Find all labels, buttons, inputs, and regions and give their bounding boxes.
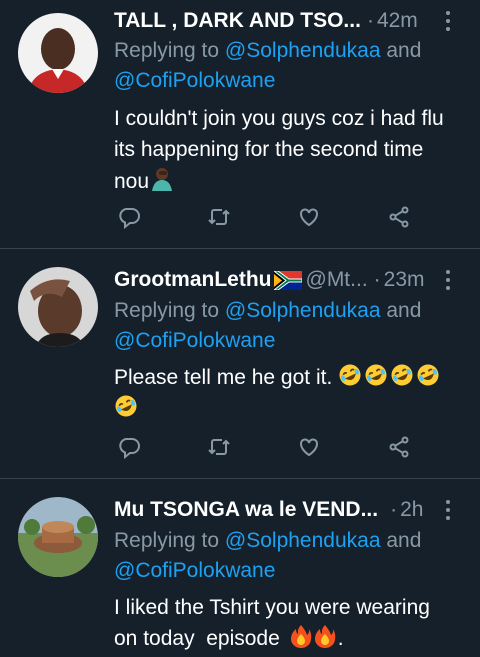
rolling-laughing-emoji-icon — [365, 364, 387, 386]
separator-dot: · — [390, 498, 398, 521]
south-africa-flag-icon — [273, 270, 302, 290]
tweet-text-part: nou — [114, 170, 150, 193]
separator-dot: · — [366, 9, 374, 32]
rolling-laughing-emoji-icon — [115, 395, 137, 417]
tweet-2[interactable]: GrootmanLethu @Mt... · 23m Replying to @… — [0, 249, 480, 478]
retweet-icon[interactable] — [204, 202, 234, 232]
replying-to-line2: @CofiPolokwane — [114, 559, 275, 583]
tweet-text: I couldn't join you guys coz i had flu i… — [114, 103, 464, 197]
display-name[interactable]: GrootmanLethu — [114, 268, 272, 292]
tweet-text-line: its happening for the second time — [114, 138, 424, 161]
and-word: and — [380, 529, 422, 552]
replying-to-line2: @CofiPolokwane — [114, 329, 275, 353]
mention-link[interactable]: @Solphendukaa — [225, 39, 381, 62]
retweet-icon[interactable] — [204, 432, 234, 462]
share-icon[interactable] — [384, 432, 414, 462]
reply-icon[interactable] — [114, 202, 144, 232]
replying-to: Replying to @Solphendukaa and — [114, 529, 421, 553]
timestamp: 2h — [400, 498, 424, 521]
tweet-header: Mu TSONGA wa le VEND... · 2h — [114, 494, 423, 526]
fire-emoji-icon — [290, 625, 312, 648]
facepalm-emoji-icon — [152, 168, 173, 191]
laughing-emojis — [338, 364, 442, 389]
rolling-laughing-emoji-icon — [339, 364, 361, 386]
more-options-icon[interactable] — [438, 496, 458, 524]
replying-to: Replying to @Solphendukaa and — [114, 39, 421, 63]
tweet-text-line: I couldn't join you guys coz i had flu — [114, 107, 444, 130]
tweet-3[interactable]: Mu TSONGA wa le VEND... · 2h Replying to… — [0, 479, 480, 657]
mention-link[interactable]: @Solphendukaa — [225, 529, 381, 552]
tweet-text-line: I liked the Tshirt you were wearing — [114, 596, 430, 619]
mention-link[interactable]: @CofiPolokwane — [114, 559, 275, 582]
tweet-actions — [114, 432, 424, 462]
mention-link[interactable]: @CofiPolokwane — [114, 69, 275, 92]
replying-to-label: Replying to — [114, 529, 225, 552]
separator-dot: · — [373, 268, 381, 291]
tweet-text: I liked the Tshirt you were wearing on t… — [114, 592, 464, 654]
tweet-text-part: . — [337, 627, 344, 650]
replying-to-label: Replying to — [114, 39, 225, 62]
user-handle[interactable]: @Mt... — [306, 268, 368, 292]
fire-emoji-icon — [314, 625, 336, 648]
laughing-emojis — [114, 395, 140, 420]
share-icon[interactable] — [384, 202, 414, 232]
timestamp: 42m — [376, 9, 418, 32]
tweet-text-line: nou — [114, 165, 464, 197]
tweet-text-part: Please tell me he got it. — [114, 366, 333, 389]
replying-to-label: Replying to — [114, 299, 225, 322]
like-icon[interactable] — [294, 432, 324, 462]
mention-link[interactable]: @CofiPolokwane — [114, 329, 275, 352]
avatar[interactable] — [18, 267, 98, 347]
timestamp: 23m — [383, 268, 425, 291]
replying-to: Replying to @Solphendukaa and — [114, 299, 421, 323]
tweet-1[interactable]: TALL , DARK AND TSO... · 42m Replying to… — [0, 0, 480, 248]
tweet-text: Please tell me he got it. — [114, 362, 464, 424]
more-options-icon[interactable] — [438, 266, 458, 294]
tweet-actions — [114, 202, 424, 232]
fire-emojis — [290, 625, 338, 650]
mention-link[interactable]: @Solphendukaa — [225, 299, 381, 322]
like-icon[interactable] — [294, 202, 324, 232]
tweet-text-part: on today episode — [114, 627, 280, 650]
rolling-laughing-emoji-icon — [391, 364, 413, 386]
and-word: and — [380, 299, 422, 322]
and-word: and — [380, 39, 422, 62]
display-name[interactable]: TALL , DARK AND TSO... — [114, 9, 361, 33]
tweet-header: TALL , DARK AND TSO... · 42m — [114, 5, 418, 37]
tweet-text-line: on today episode. — [114, 623, 464, 654]
tweet-text-line — [114, 393, 464, 424]
rolling-laughing-emoji-icon — [417, 364, 439, 386]
avatar[interactable] — [18, 13, 98, 93]
tweet-text-line: Please tell me he got it. — [114, 362, 464, 393]
avatar[interactable] — [18, 497, 98, 577]
tweet-header: GrootmanLethu @Mt... · 23m — [114, 264, 425, 296]
more-options-icon[interactable] — [438, 7, 458, 35]
replying-to-line2: @CofiPolokwane — [114, 69, 275, 93]
reply-icon[interactable] — [114, 432, 144, 462]
display-name[interactable]: Mu TSONGA wa le VEND... — [114, 498, 378, 522]
